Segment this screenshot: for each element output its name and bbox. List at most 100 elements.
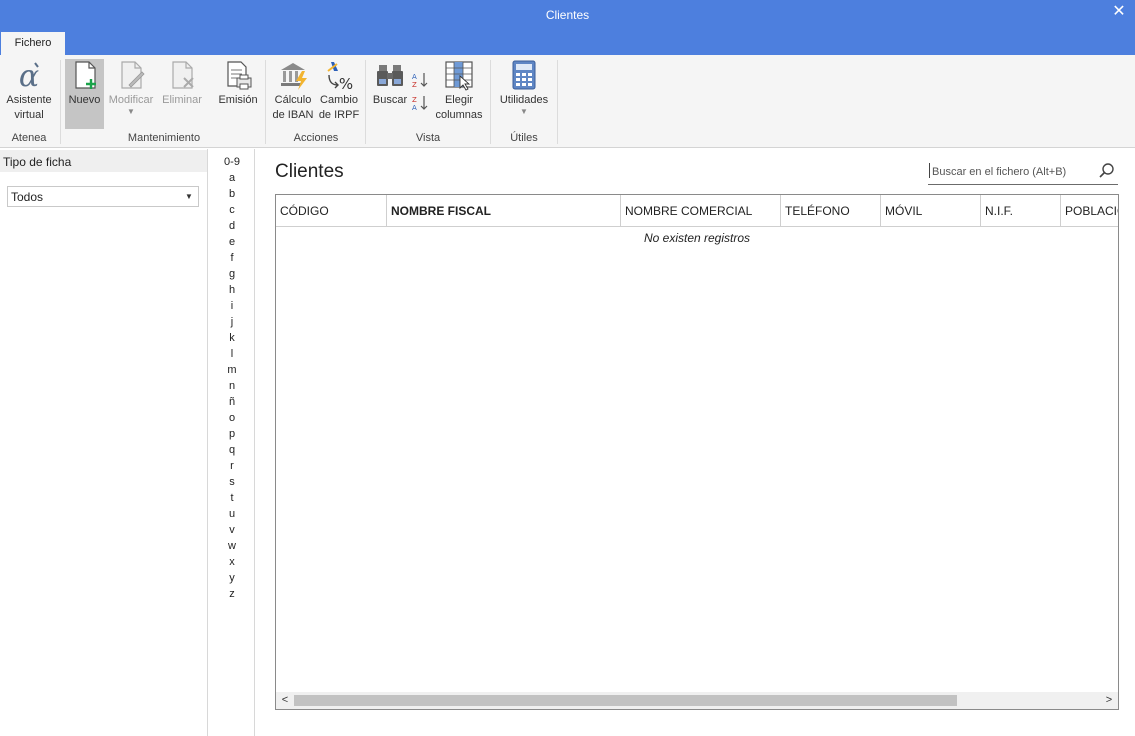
column-header-codigo[interactable]: CÓDIGO bbox=[276, 195, 387, 226]
ribbon-tab-strip: Fichero bbox=[0, 31, 1135, 55]
bank-icon bbox=[281, 63, 307, 90]
elegir-columnas-button[interactable]: Elegir columnas bbox=[432, 59, 486, 129]
alphabet-letter[interactable]: w bbox=[209, 540, 255, 552]
new-document-icon bbox=[74, 61, 96, 89]
elegir-columnas-label: Elegir columnas bbox=[435, 94, 483, 121]
group-label-utiles: Útiles bbox=[510, 132, 538, 144]
asistente-virtual-button[interactable]: α Asistente virtual bbox=[4, 59, 54, 129]
cambio-irpf-button[interactable]: % Cambio de IRPF bbox=[316, 59, 362, 129]
column-header-nombre-fiscal[interactable]: NOMBRE FISCAL bbox=[387, 195, 621, 226]
alphabet-letter[interactable]: q bbox=[209, 444, 255, 456]
column-header-nombre-comercial[interactable]: NOMBRE COMERCIAL bbox=[621, 195, 781, 226]
print-document-icon bbox=[227, 61, 252, 90]
group-separator bbox=[557, 60, 558, 144]
tipo-de-ficha-select[interactable]: Todos ▼ bbox=[7, 186, 199, 207]
utilidades-label: Utilidades bbox=[499, 94, 549, 106]
percent-swap-icon: % bbox=[327, 62, 353, 91]
column-header-telefono[interactable]: TELÉFONO bbox=[781, 195, 881, 226]
alphabet-letter[interactable]: m bbox=[209, 364, 255, 376]
alphabet-letter[interactable]: 0-9 bbox=[209, 156, 255, 168]
asistente-virtual-label: Asistente virtual bbox=[6, 94, 52, 121]
scroll-left-icon[interactable]: < bbox=[278, 693, 292, 707]
alphabet-letter[interactable]: v bbox=[209, 524, 255, 536]
chevron-down-icon: ▼ bbox=[127, 107, 135, 116]
empty-message: No existen registros bbox=[643, 231, 751, 245]
emision-label: Emisión bbox=[218, 94, 258, 106]
alphabet-letter[interactable]: b bbox=[209, 188, 255, 200]
records-grid: CÓDIGO NOMBRE FISCAL NOMBRE COMERCIAL TE… bbox=[275, 194, 1119, 710]
search-input[interactable] bbox=[932, 163, 1087, 181]
alphabet-letter[interactable]: ñ bbox=[209, 396, 255, 408]
alphabet-letter[interactable]: e bbox=[209, 236, 255, 248]
scrollbar-thumb[interactable] bbox=[294, 695, 957, 706]
alphabet-letter[interactable]: n bbox=[209, 380, 255, 392]
group-separator bbox=[490, 60, 491, 144]
nuevo-button[interactable]: Nuevo bbox=[65, 59, 104, 129]
alphabet-letter[interactable]: x bbox=[209, 556, 255, 568]
svg-text:%: % bbox=[339, 75, 353, 91]
search-box[interactable] bbox=[928, 161, 1118, 185]
alphabet-letter[interactable]: h bbox=[209, 284, 255, 296]
modificar-button[interactable]: Modificar ▼ bbox=[106, 59, 156, 129]
alphabet-letter[interactable]: s bbox=[209, 476, 255, 488]
alphabet-letter[interactable]: t bbox=[209, 492, 255, 504]
left-panel: Tipo de ficha Todos ▼ bbox=[0, 149, 208, 736]
alphabet-letter[interactable]: f bbox=[209, 252, 255, 264]
group-label-atenea: Atenea bbox=[11, 132, 47, 144]
tipo-de-ficha-header: Tipo de ficha bbox=[0, 150, 207, 172]
group-label-acciones: Acciones bbox=[293, 132, 339, 144]
svg-text:A: A bbox=[412, 104, 417, 112]
group-separator bbox=[60, 60, 61, 144]
window-title: Clientes bbox=[545, 8, 590, 22]
group-label-vista: Vista bbox=[415, 132, 441, 144]
page-title: Clientes bbox=[275, 161, 344, 182]
choose-columns-icon bbox=[445, 61, 473, 91]
column-header-movil[interactable]: MÓVIL bbox=[881, 195, 981, 226]
alphabet-letter[interactable]: o bbox=[209, 412, 255, 424]
sort-ascending-icon[interactable]: A Z bbox=[412, 71, 430, 89]
buscar-button[interactable]: Buscar bbox=[370, 59, 410, 129]
sort-descending-icon[interactable]: Z A bbox=[412, 94, 430, 112]
alphabet-letter[interactable]: l bbox=[209, 348, 255, 360]
group-separator bbox=[265, 60, 266, 144]
scroll-right-icon[interactable]: > bbox=[1102, 693, 1116, 707]
alphabet-letter[interactable]: i bbox=[209, 300, 255, 312]
alphabet-letter[interactable]: p bbox=[209, 428, 255, 440]
alphabet-letter[interactable]: u bbox=[209, 508, 255, 520]
alphabet-letter[interactable]: j bbox=[209, 316, 255, 328]
search-icon[interactable] bbox=[1098, 162, 1116, 180]
alphabet-letter[interactable]: r bbox=[209, 460, 255, 472]
title-bar: Clientes ✕ bbox=[0, 0, 1135, 31]
alphabet-letter[interactable]: k bbox=[209, 332, 255, 344]
alphabet-letter[interactable]: y bbox=[209, 572, 255, 584]
calculo-iban-label: Cálculo de IBAN bbox=[272, 94, 314, 121]
svg-text:A: A bbox=[412, 73, 417, 81]
svg-text:Z: Z bbox=[412, 81, 417, 89]
alphabet-letter[interactable]: d bbox=[209, 220, 255, 232]
chevron-down-icon[interactable]: ▼ bbox=[183, 191, 195, 203]
emision-button[interactable]: Emisión bbox=[215, 59, 261, 129]
alpha-icon: α bbox=[19, 59, 39, 91]
eliminar-button[interactable]: Eliminar bbox=[160, 59, 204, 129]
buscar-label: Buscar bbox=[372, 94, 408, 106]
edit-document-icon bbox=[121, 61, 145, 89]
eliminar-label: Eliminar bbox=[162, 94, 202, 106]
cambio-irpf-label: Cambio de IRPF bbox=[318, 94, 360, 121]
alphabet-letter[interactable]: g bbox=[209, 268, 255, 280]
horizontal-scrollbar[interactable]: < > bbox=[276, 692, 1118, 709]
column-header-poblacion[interactable]: POBLACIÓN bbox=[1061, 195, 1118, 226]
binoculars-icon bbox=[377, 65, 403, 86]
column-header-nif[interactable]: N.I.F. bbox=[981, 195, 1061, 226]
close-icon[interactable]: ✕ bbox=[1111, 4, 1127, 20]
tab-fichero[interactable]: Fichero bbox=[1, 32, 65, 55]
calculo-iban-button[interactable]: Cálculo de IBAN bbox=[270, 59, 316, 129]
chevron-down-icon: ▼ bbox=[520, 107, 528, 116]
modificar-label: Modificar bbox=[108, 94, 154, 106]
svg-text:Z: Z bbox=[412, 96, 417, 104]
alphabet-letter[interactable]: a bbox=[209, 172, 255, 184]
main-content: Clientes CÓDIGO NOMBRE FISCAL NOMBRE COM… bbox=[256, 149, 1135, 736]
utilidades-button[interactable]: Utilidades ▼ bbox=[495, 59, 553, 129]
alphabet-index: 0-9 a b c d e f g h i j k l m n ñ o p q r s t u v w x y z bbox=[209, 149, 255, 736]
alphabet-letter[interactable]: c bbox=[209, 204, 255, 216]
alphabet-letter[interactable]: z bbox=[209, 588, 255, 600]
